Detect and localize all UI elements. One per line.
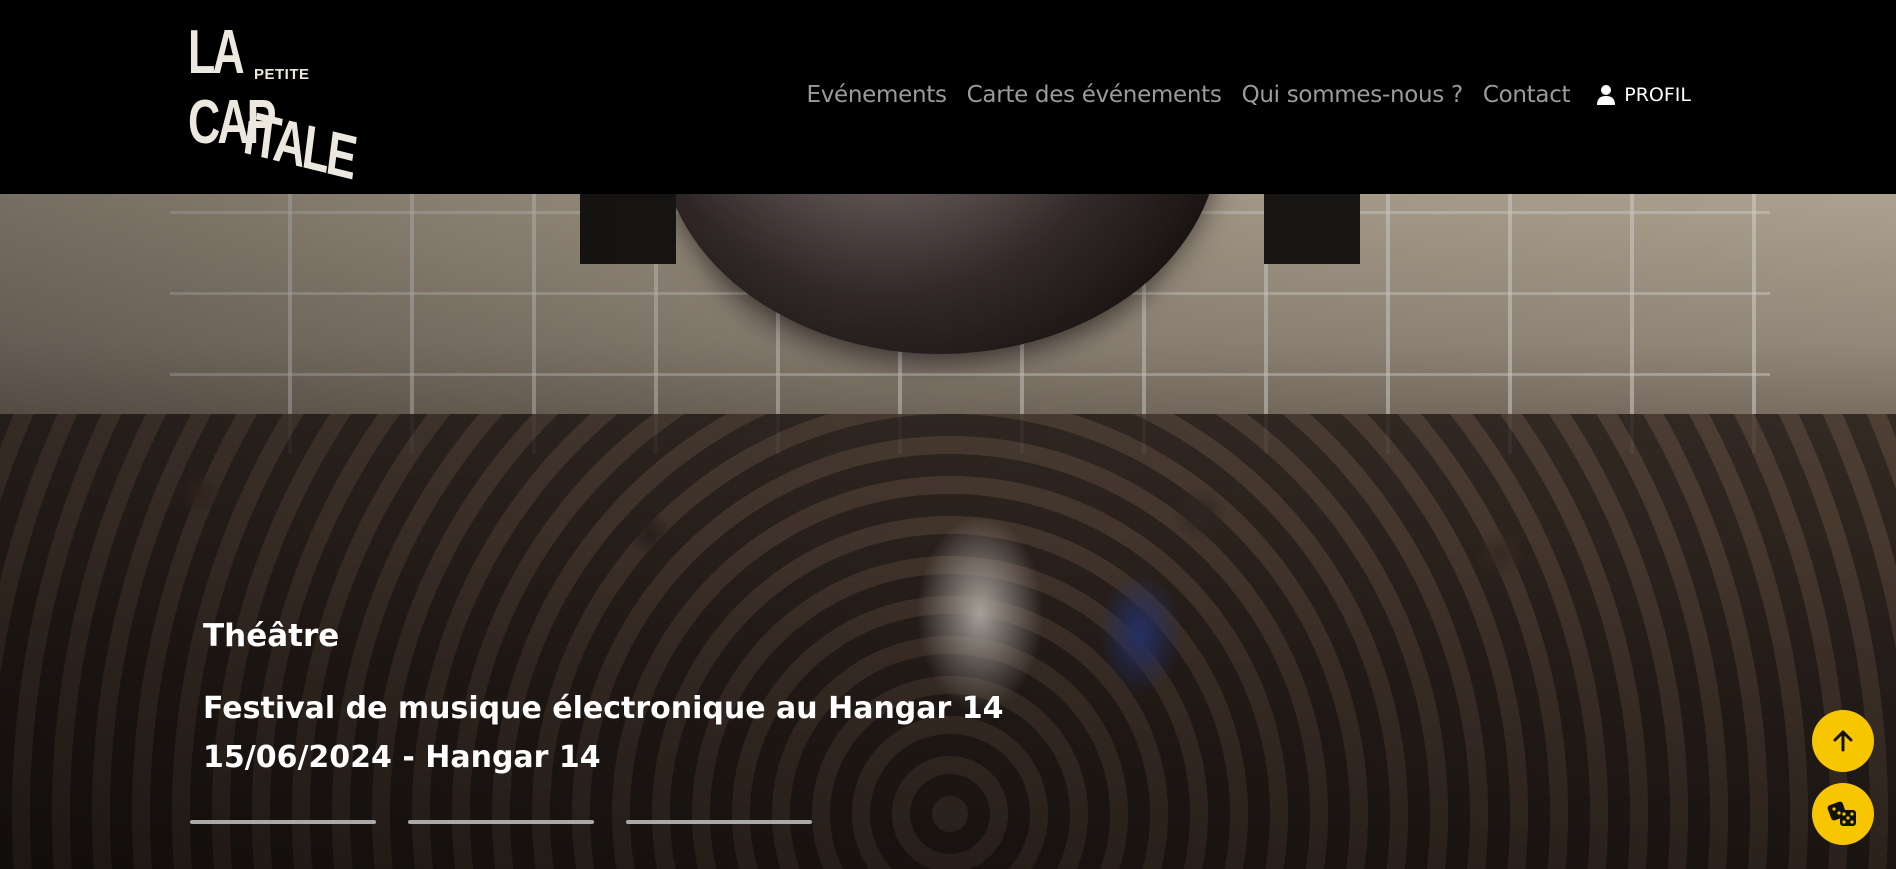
logo-line-itale: iTALE [239, 98, 359, 193]
event-category: Théâtre [203, 618, 340, 654]
profile-label: PROFIL [1624, 84, 1691, 106]
hero-carousel[interactable]: Théâtre Festival de musique électronique… [0, 194, 1896, 869]
profile-link[interactable]: PROFIL [1596, 84, 1691, 106]
user-icon [1597, 85, 1616, 105]
nav-link-evenements[interactable]: Evénements [806, 82, 946, 108]
logo-petite: PETITE [254, 66, 310, 83]
carousel-indicator-1[interactable] [190, 820, 376, 824]
nav-link-qui-sommes-nous[interactable]: Qui sommes-nous ? [1242, 82, 1464, 108]
event-date-place: 15/06/2024 - Hangar 14 [203, 740, 601, 775]
arrow-up-icon [1833, 730, 1853, 752]
logo-line-la: LA [188, 18, 245, 87]
site-logo[interactable]: LA PETITE CAP iTALE [188, 18, 368, 193]
main-nav: Evénements Carte des événements Qui somm… [806, 82, 1691, 108]
scroll-to-top-button[interactable] [1812, 710, 1874, 772]
nav-link-contact[interactable]: Contact [1483, 82, 1571, 108]
carousel-indicator-3[interactable] [626, 820, 812, 824]
carousel-indicators [190, 820, 812, 824]
carousel-indicator-2[interactable] [408, 820, 594, 824]
dice-icon [1827, 801, 1856, 826]
event-title[interactable]: Festival de musique électronique au Hang… [203, 691, 1004, 726]
random-event-button[interactable] [1812, 783, 1874, 845]
site-header: LA PETITE CAP iTALE Evénements Carte des… [0, 0, 1896, 194]
nav-link-carte[interactable]: Carte des événements [967, 82, 1222, 108]
